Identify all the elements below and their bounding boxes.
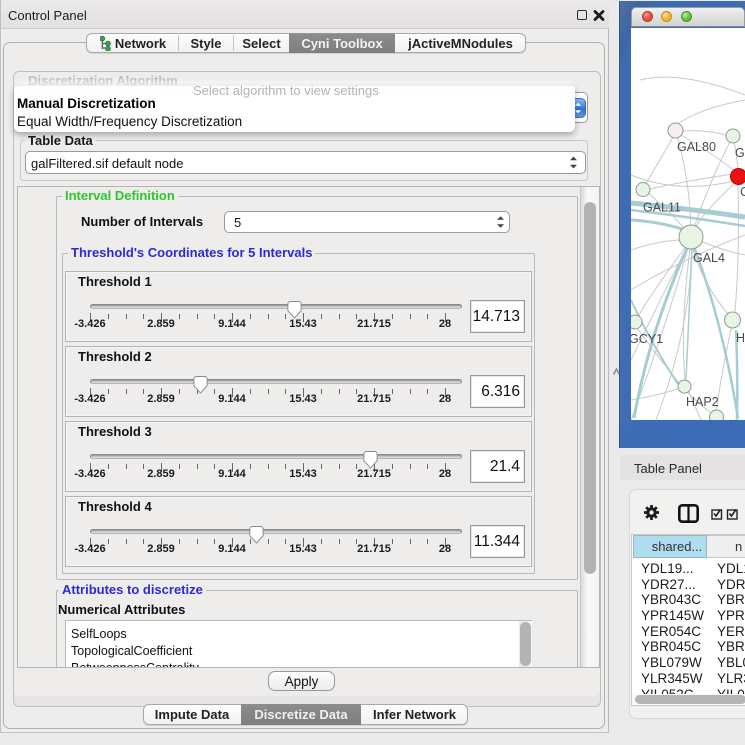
svg-text:GCY1: GCY1: [631, 332, 663, 346]
svg-text:GAL80: GAL80: [677, 140, 716, 154]
svg-text:C: C: [740, 185, 745, 199]
svg-text:GAL11: GAL11: [643, 201, 681, 215]
svg-text:G: G: [735, 146, 745, 160]
svg-text:GAL4: GAL4: [693, 251, 725, 265]
svg-text:H: H: [736, 331, 745, 345]
svg-text:HAP2: HAP2: [686, 395, 719, 409]
